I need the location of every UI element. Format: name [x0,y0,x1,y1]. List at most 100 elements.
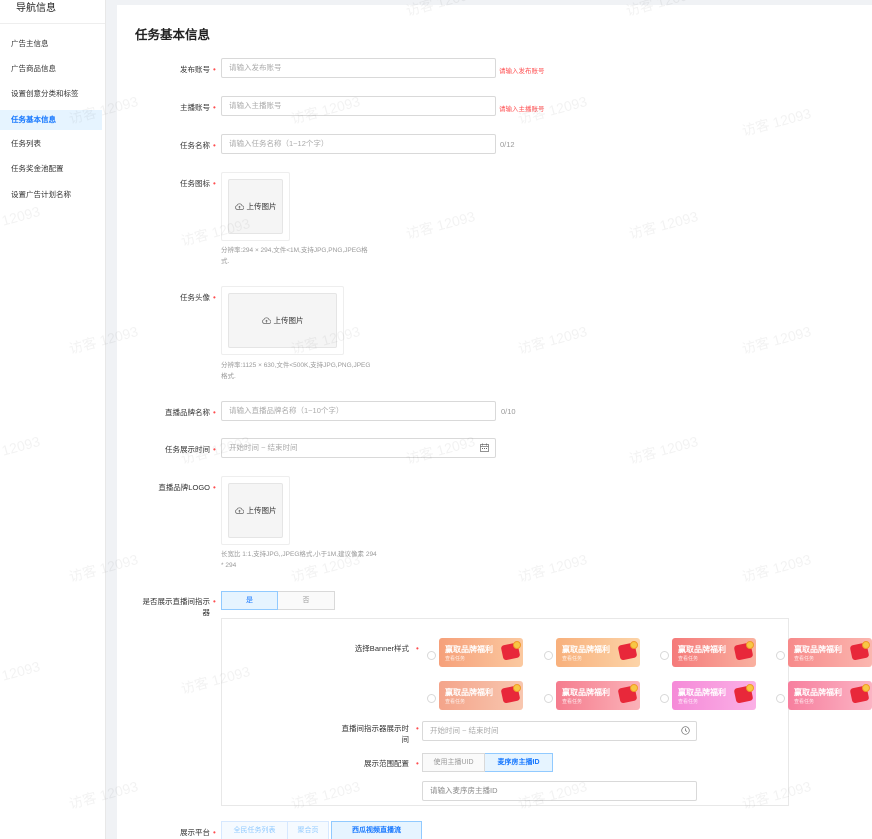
required-mark: • [416,644,419,653]
cloud-upload-icon [234,507,244,514]
platform-label: 展示平台 [180,828,210,837]
display-time-range-picker[interactable]: 开始时间 ~ 结束时间 [221,438,496,458]
task-name-counter: 0/12 [500,140,515,149]
required-mark: • [213,445,216,454]
coin-icon [862,641,870,649]
banner-style-option-1[interactable]: 赢取品牌福利 查看任务 [439,638,523,667]
task-name-label: 任务名称 [180,141,210,150]
banner-style-label: 选择Banner样式 [354,644,409,653]
banner-style-radio-1[interactable] [427,651,436,660]
banner-title: 赢取品牌福利 [445,645,493,654]
required-mark: • [213,141,216,150]
banner-subtitle: 查看任务 [562,656,583,662]
sidebar-item-product-info[interactable]: 广告商品信息 [0,59,102,79]
task-icon-hint-line1: 分辨率:294 × 294,文件<1M,支持JPG,PNG,JPEG格 [221,247,368,254]
banner-title: 赢取品牌福利 [678,645,726,654]
sidebar: 导航信息 广告主信息 广告商品信息 设置创意分类和标签 任务基本信息 任务列表 … [0,0,106,839]
banner-style-radio-3[interactable] [660,651,669,660]
banner-subtitle: 查看任务 [445,699,466,705]
brand-logo-hint: 长宽比 1:1,支持JPG,,JPEG格式,小于1M,建议像素 294 * 29… [221,549,377,571]
coin-icon [862,684,870,692]
coin-icon [746,641,754,649]
task-icon-upload-label: 上传图片 [246,202,277,211]
cloud-upload-icon [234,203,244,210]
task-avatar-upload-label: 上传图片 [273,316,304,325]
task-icon-upload-box: 上传图片 [221,172,290,241]
indicator-time-label: 直播间指示器展示时 间 [342,723,410,745]
brand-logo-upload-button[interactable]: 上传图片 [228,483,283,538]
coin-icon [513,641,521,649]
brand-name-counter: 0/10 [501,407,516,416]
display-time-label: 任务展示时间 [165,445,210,454]
banner-style-radio-5[interactable] [427,694,436,703]
sidebar-item-ad-plan-name[interactable]: 设置广告计划名称 [0,185,102,205]
publisher-account-input[interactable]: 请输入发布账号 [221,58,496,78]
banner-style-option-8[interactable]: 赢取品牌福利 查看任务 [788,681,872,710]
brand-logo-upload-label: 上传图片 [246,506,277,515]
sidebar-title: 导航信息 [0,0,105,24]
show-indicator-label-line2: 器 [202,608,211,617]
coin-icon [630,684,638,692]
required-mark: • [213,293,216,302]
brand-logo-hint-line1: 长宽比 1:1,支持JPG,,JPEG格式,小于1M,建议像素 294 [221,551,377,558]
anchor-account-label: 主播账号 [180,103,210,112]
sidebar-item-creative-tags[interactable]: 设置创意分类和标签 [0,84,102,104]
banner-style-option-5[interactable]: 赢取品牌福利 查看任务 [439,681,523,710]
required-mark: • [213,483,216,492]
task-avatar-hint: 分辨率:1125 × 630,文件<500K,支持JPG,PNG,JPEG 格式… [221,360,370,382]
task-icon-upload-button[interactable]: 上传图片 [228,179,283,234]
banner-style-option-7[interactable]: 赢取品牌福利 查看任务 [672,681,756,710]
banner-title: 赢取品牌福利 [445,688,493,697]
task-name-input[interactable]: 请输入任务名称（1~12个字） [221,134,496,154]
banner-style-option-2[interactable]: 赢取品牌福利 查看任务 [556,638,640,667]
show-indicator-label-line1: 是否展示直播间指示 [142,597,211,606]
banner-style-option-4[interactable]: 赢取品牌福利 查看任务 [788,638,872,667]
banner-title: 赢取品牌福利 [562,645,610,654]
task-icon-label: 任务图标 [180,179,210,188]
platform-aggregate-page-button[interactable]: 聚合页 [288,821,329,839]
required-mark: • [213,828,216,837]
anchor-account-input[interactable]: 请输入主播账号 [221,96,496,116]
coin-icon [513,684,521,692]
sidebar-item-advertiser-info[interactable]: 广告主信息 [0,34,102,54]
main-content: 任务基本信息 发布账号 • 请输入发布账号 请输入发布账号 主播账号 • 请输入… [117,5,872,839]
brand-name-label: 直播品牌名称 [165,408,210,417]
indicator-time-range-picker[interactable]: 开始时间 ~ 结束时间 [422,721,697,741]
banner-style-radio-2[interactable] [544,651,553,660]
sidebar-item-task-basic-info[interactable]: 任务基本信息 [0,110,102,130]
sidebar-item-task-list[interactable]: 任务列表 [0,134,102,154]
banner-style-radio-7[interactable] [660,694,669,703]
brand-logo-upload-box: 上传图片 [221,476,290,545]
indicator-settings-panel: 选择Banner样式 • 赢取品牌福利 查看任务 赢取品牌福利 查看任务 赢取品… [221,618,872,806]
task-avatar-hint-line2: 格式. [221,373,236,380]
task-avatar-upload-box: 上传图片 [221,286,344,355]
show-indicator-yes-button[interactable]: 是 [221,591,278,610]
banner-style-radio-6[interactable] [544,694,553,703]
banner-style-option-6[interactable]: 赢取品牌福利 查看任务 [556,681,640,710]
banner-subtitle: 查看任务 [678,699,699,705]
scope-uid-button[interactable]: 使用主播UID [422,753,485,772]
scope-toggle: 使用主播UID 麦序房主播ID [422,753,553,772]
scope-label: 展示范围配置 [364,759,409,768]
task-avatar-label: 任务头像 [180,293,210,302]
show-indicator-no-button[interactable]: 否 [278,591,335,610]
brand-name-input[interactable]: 请输入直播品牌名称（1~10个字） [221,401,496,421]
calendar-icon[interactable] [480,443,489,452]
banner-title: 赢取品牌福利 [794,688,842,697]
required-mark: • [416,759,419,768]
banner-style-option-3[interactable]: 赢取品牌福利 查看任务 [672,638,756,667]
mic-room-anchor-id-input[interactable]: 请输入麦序房主播ID [422,781,697,801]
banner-title: 赢取品牌福利 [678,688,726,697]
task-avatar-upload-button[interactable]: 上传图片 [228,293,337,348]
task-avatar-hint-line1: 分辨率:1125 × 630,文件<500K,支持JPG,PNG,JPEG [221,362,371,369]
page-title: 任务基本信息 [135,28,211,42]
banner-style-radio-8[interactable] [776,694,785,703]
banner-style-radio-4[interactable] [776,651,785,660]
platform-task-list-button[interactable]: 全民任务列表 [221,821,288,839]
required-mark: • [213,103,216,112]
platform-xigua-live-button[interactable]: 西瓜视频直播流 [331,821,422,839]
scope-mic-room-id-button[interactable]: 麦序房主播ID [485,753,553,772]
sidebar-item-bonus-pool[interactable]: 任务奖金池配置 [0,159,102,179]
anchor-account-error: 请输入主播账号 [499,106,545,113]
clock-icon[interactable] [681,726,690,735]
